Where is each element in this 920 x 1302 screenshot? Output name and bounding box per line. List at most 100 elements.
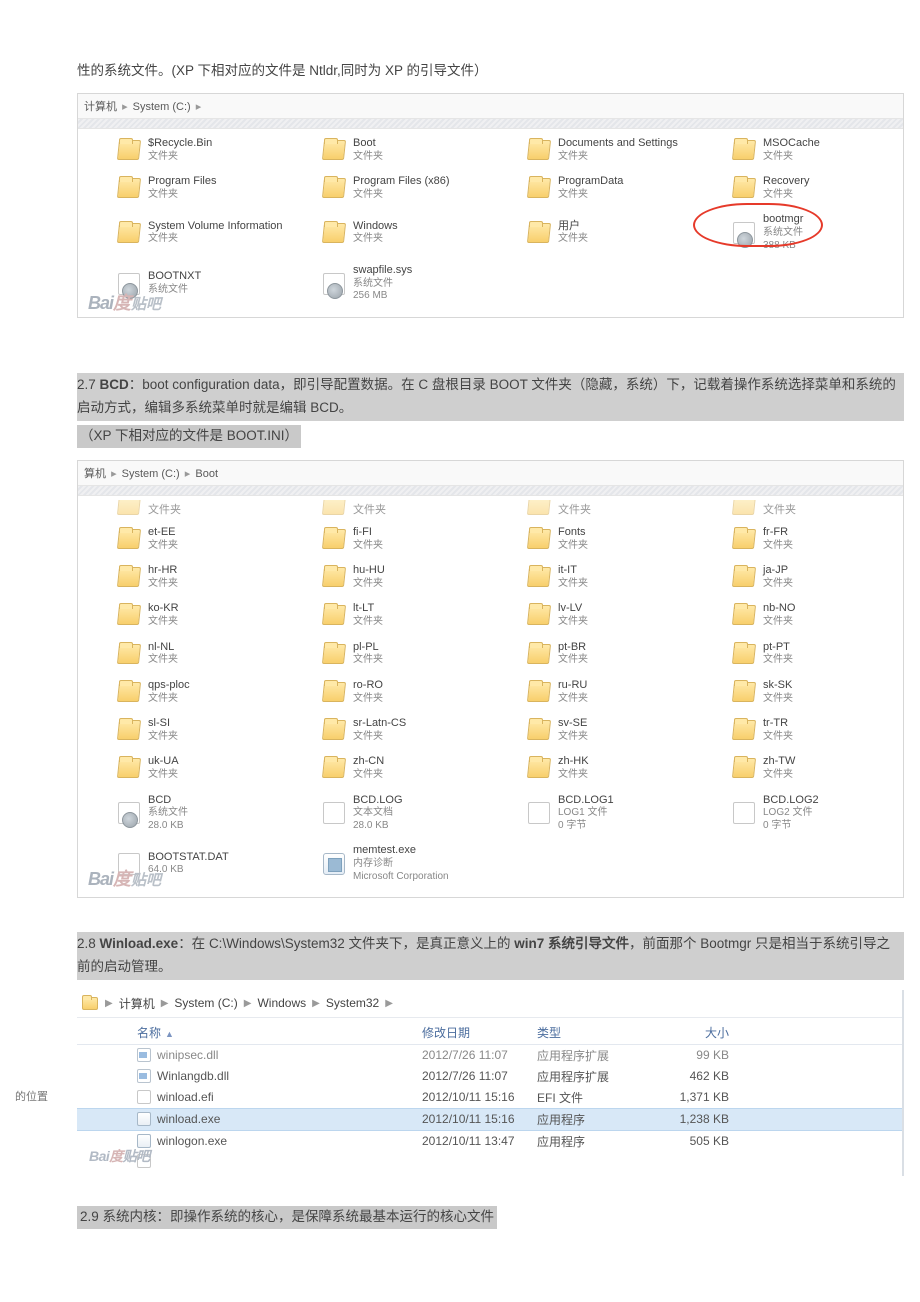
table-row[interactable]: winlogon.exe2012/10/11 13:47应用程序505 KB (77, 1131, 902, 1152)
file-item[interactable]: BOOTNXT系统文件 (88, 260, 288, 307)
file-item[interactable]: tr-TR文件夹 (703, 713, 903, 747)
folder-icon (116, 500, 142, 518)
file-item[interactable]: Fonts文件夹 (498, 522, 698, 556)
file-item[interactable]: sr-Latn-CS文件夹 (293, 713, 493, 747)
table-row[interactable] (77, 1152, 902, 1170)
file-item[interactable]: fi-FI文件夹 (293, 522, 493, 556)
table-row[interactable]: winload.efi2012/10/11 15:16EFI 文件1,371 K… (77, 1087, 902, 1108)
file-item[interactable]: sk-SK文件夹 (703, 675, 903, 709)
file-item[interactable]: MSOCache文件夹 (703, 133, 903, 167)
file-label-group: Boot文件夹 (353, 137, 383, 163)
file-item[interactable]: Recovery文件夹 (703, 171, 903, 205)
file-type: 文件夹 (763, 731, 793, 744)
table-row[interactable]: winipsec.dll2012/7/26 11:07应用程序扩展99 KB (77, 1045, 902, 1066)
file-item[interactable]: Documents and Settings文件夹 (498, 133, 698, 167)
file-item[interactable]: ProgramData文件夹 (498, 171, 698, 205)
folder-icon (526, 175, 552, 201)
file-item[interactable]: sv-SE文件夹 (498, 713, 698, 747)
file-name: zh-CN (353, 755, 384, 769)
file-item[interactable]: ru-RU文件夹 (498, 675, 698, 709)
col-name[interactable]: 名称▲ (137, 1024, 422, 1041)
table-row[interactable]: Winlangdb.dll2012/7/26 11:07应用程序扩展462 KB (77, 1066, 902, 1087)
file-item[interactable]: zh-TW文件夹 (703, 751, 903, 785)
column-headers[interactable]: 名称▲ 修改日期 类型 大小 (77, 1018, 902, 1045)
file-item[interactable]: pt-PT文件夹 (703, 637, 903, 671)
file-item[interactable]: 文件夹 (703, 500, 903, 522)
file-item[interactable]: fr-FR文件夹 (703, 522, 903, 556)
file-size: Microsoft Corporation (353, 871, 449, 884)
file-item[interactable]: $Recycle.Bin文件夹 (88, 133, 288, 167)
chevron-right-icon: ▶ (103, 998, 115, 1009)
text: （XP 下相对应的文件是 BOOT.INI） (77, 425, 301, 448)
folder-icon (526, 526, 552, 552)
file-item[interactable]: bootmgr系统文件388 KB (703, 209, 903, 256)
file-item[interactable]: 文件夹 (293, 500, 493, 522)
section-29: 2.9 系统内核：即操作系统的核心，是保障系统最基本运行的核心文件 (77, 1206, 904, 1229)
breadcrumb-seg[interactable]: 算机 (84, 468, 106, 480)
file-item[interactable]: memtest.exe内存诊断Microsoft Corporation (293, 840, 493, 887)
file-item[interactable]: nb-NO文件夹 (703, 598, 903, 632)
folder-icon (116, 175, 142, 201)
breadcrumb[interactable]: 算机 ▸ System (C:) ▸ Boot (78, 460, 903, 486)
truncated-panel-label: 的位置 (15, 1082, 48, 1106)
breadcrumb-seg[interactable]: System (C:) (122, 468, 180, 480)
file-item[interactable]: sl-SI文件夹 (88, 713, 288, 747)
folder-icon (731, 526, 757, 552)
file-item[interactable]: pt-BR文件夹 (498, 637, 698, 671)
breadcrumb-seg[interactable]: Windows (257, 996, 306, 1010)
breadcrumb-seg[interactable]: Boot (195, 468, 218, 480)
breadcrumb[interactable]: ▶ 计算机 ▶ System (C:) ▶ Windows ▶ System32… (77, 990, 902, 1018)
file-item[interactable]: it-IT文件夹 (498, 560, 698, 594)
folder-icon (526, 679, 552, 705)
file-item[interactable]: uk-UA文件夹 (88, 751, 288, 785)
file-item[interactable]: Program Files文件夹 (88, 171, 288, 205)
file-item[interactable]: Boot文件夹 (293, 133, 493, 167)
file-item[interactable]: et-EE文件夹 (88, 522, 288, 556)
file-item[interactable]: nl-NL文件夹 (88, 637, 288, 671)
folder-icon (731, 641, 757, 667)
col-size[interactable]: 大小 (652, 1024, 737, 1041)
breadcrumb-seg[interactable]: 计算机 (84, 101, 117, 113)
file-type: 文件夹 (148, 540, 178, 553)
file-item[interactable]: ko-KR文件夹 (88, 598, 288, 632)
file-type: 文件夹 (148, 189, 216, 202)
breadcrumb-seg[interactable]: 计算机 (119, 995, 155, 1012)
file-item[interactable]: BOOTSTAT.DAT64.0 KB (88, 840, 288, 887)
file-item[interactable]: swapfile.sys系统文件256 MB (293, 260, 493, 307)
file-item[interactable]: 文件夹 (498, 500, 698, 522)
file-item[interactable]: BCD.LOG文本文档28.0 KB (293, 790, 493, 837)
file-item[interactable]: ro-RO文件夹 (293, 675, 493, 709)
file-type: 文件夹 (763, 616, 795, 629)
file-item[interactable]: hu-HU文件夹 (293, 560, 493, 594)
file-item[interactable]: pl-PL文件夹 (293, 637, 493, 671)
file-item[interactable]: 用户文件夹 (498, 209, 698, 256)
breadcrumb-seg[interactable]: System32 (326, 996, 379, 1010)
section-27: 2.7 BCD：boot configuration data，即引导配置数据。… (77, 373, 904, 421)
file-item[interactable]: zh-HK文件夹 (498, 751, 698, 785)
file-item[interactable]: lv-LV文件夹 (498, 598, 698, 632)
file-label-group: qps-ploc文件夹 (148, 679, 190, 705)
breadcrumb-seg[interactable]: System (C:) (174, 996, 237, 1010)
file-label-group: zh-HK文件夹 (558, 755, 589, 781)
breadcrumb[interactable]: 计算机 ▸ System (C:) ▸ (78, 93, 903, 119)
table-row[interactable]: winload.exe2012/10/11 15:16应用程序1,238 KB (77, 1108, 902, 1131)
file-item[interactable]: System Volume Information文件夹 (88, 209, 288, 256)
file-type: 文件夹 (148, 233, 283, 246)
file-item[interactable]: ja-JP文件夹 (703, 560, 903, 594)
col-date[interactable]: 修改日期 (422, 1024, 537, 1041)
breadcrumb-seg[interactable]: System (C:) (133, 101, 191, 113)
file-item[interactable]: BCD系统文件28.0 KB (88, 790, 288, 837)
exe-icon (321, 851, 347, 877)
file-item[interactable]: zh-CN文件夹 (293, 751, 493, 785)
file-item[interactable]: Program Files (x86)文件夹 (293, 171, 493, 205)
file-item[interactable]: Windows文件夹 (293, 209, 493, 256)
file-name: bootmgr (763, 213, 803, 227)
col-type[interactable]: 类型 (537, 1024, 652, 1041)
file-item[interactable]: hr-HR文件夹 (88, 560, 288, 594)
file-item[interactable]: lt-LT文件夹 (293, 598, 493, 632)
file-item[interactable]: BCD.LOG1LOG1 文件0 字节 (498, 790, 698, 837)
file-item[interactable]: 文件夹 (88, 500, 288, 522)
file-item[interactable]: qps-ploc文件夹 (88, 675, 288, 709)
file-item[interactable]: BCD.LOG2LOG2 文件0 字节 (703, 790, 903, 837)
folder-icon (731, 137, 757, 163)
